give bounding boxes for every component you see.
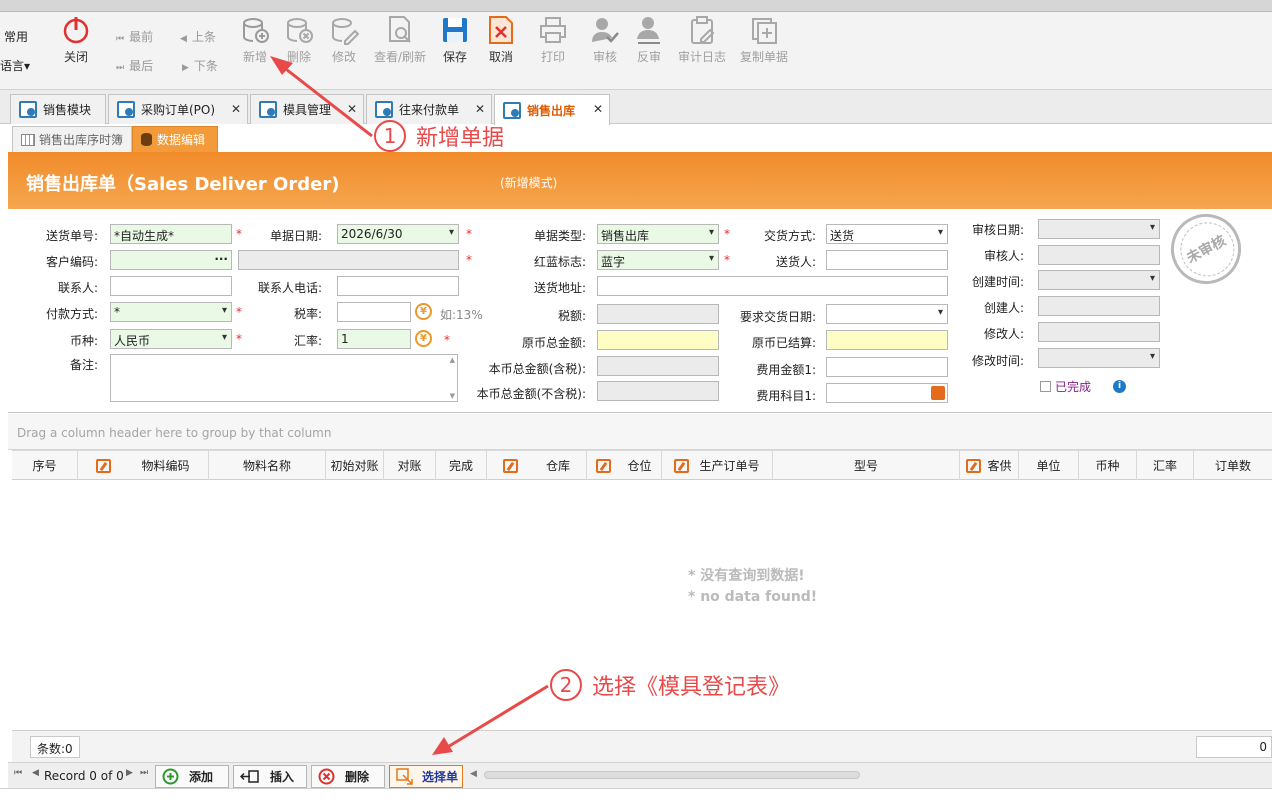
annotation-step-2: 2 选择《模具登记表》 [550, 669, 790, 701]
annotation-step-1: 1 新增单据 [374, 120, 504, 152]
